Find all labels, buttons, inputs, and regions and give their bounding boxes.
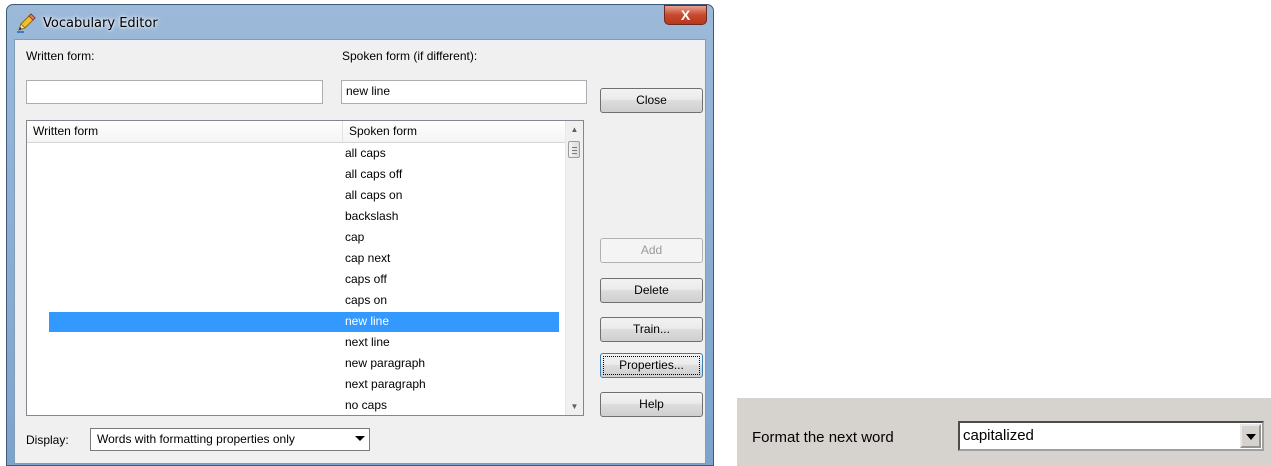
dialog-client-area: Written form: Spoken form (if different)…: [14, 39, 706, 464]
vocabulary-editor-window: Vocabulary Editor X Written form: Spoken…: [6, 4, 714, 466]
list-rows: all caps all caps off all caps on backslash…: [27, 143, 565, 415]
window-title: Vocabulary Editor: [43, 16, 158, 31]
table-row[interactable]: new line: [27, 311, 565, 332]
table-row[interactable]: next paragraph: [27, 374, 565, 395]
spoken-form-cell: new paragraph: [345, 356, 426, 370]
close-button[interactable]: Close: [600, 88, 703, 113]
spoken-form-cell: all caps off: [345, 167, 403, 181]
spoken-form-cell: all caps: [345, 146, 386, 160]
display-label: Display:: [26, 433, 69, 447]
spoken-form-cell: next paragraph: [345, 377, 426, 391]
vocabulary-list[interactable]: Written form Spoken form all caps all cap…: [26, 120, 584, 416]
table-row[interactable]: all caps: [27, 143, 565, 164]
spoken-form-cell: caps off: [345, 272, 387, 286]
written-form-input[interactable]: [26, 80, 323, 104]
chevron-down-icon: [1246, 434, 1256, 440]
list-scrollbar[interactable]: ▲ ▼: [565, 121, 583, 415]
table-row[interactable]: cap: [27, 227, 565, 248]
spoken-form-input[interactable]: new line: [341, 80, 587, 104]
spoken-form-cell: cap next: [345, 251, 391, 265]
format-select[interactable]: capitalized: [958, 421, 1264, 451]
table-row[interactable]: caps on: [27, 290, 565, 311]
spoken-form-cell: no caps: [345, 398, 388, 412]
spoken-form-cell: all caps on: [345, 188, 403, 202]
table-row[interactable]: backslash: [27, 206, 565, 227]
column-header-spoken-form[interactable]: Spoken form: [343, 121, 565, 142]
spoken-form-cell: backslash: [345, 209, 399, 223]
spoken-form-label: Spoken form (if different):: [342, 49, 478, 63]
scroll-up-arrow-icon[interactable]: ▲: [566, 121, 583, 138]
scrollbar-thumb[interactable]: [568, 141, 580, 158]
format-select-value: capitalized: [963, 427, 1034, 444]
format-next-word-panel: Format the next word capitalized: [737, 398, 1271, 466]
table-row[interactable]: next line: [27, 332, 565, 353]
selection-highlight: [49, 312, 559, 332]
display-combo-value: Words with formatting properties only: [97, 432, 295, 446]
format-dropdown-button[interactable]: [1240, 424, 1261, 448]
train-button[interactable]: Train...: [600, 317, 703, 342]
help-button[interactable]: Help: [600, 392, 703, 417]
column-header-written-form[interactable]: Written form: [27, 121, 343, 142]
add-button[interactable]: Add: [600, 238, 703, 263]
window-close-button[interactable]: X: [664, 5, 707, 25]
spoken-form-cell: new line: [345, 314, 390, 328]
table-row[interactable]: all caps on: [27, 185, 565, 206]
scroll-down-arrow-icon[interactable]: ▼: [566, 398, 583, 415]
table-row[interactable]: caps off: [27, 269, 565, 290]
format-next-word-label: Format the next word: [752, 429, 894, 446]
spoken-form-cell: caps on: [345, 293, 388, 307]
table-row[interactable]: no caps: [27, 395, 565, 415]
written-form-label: Written form:: [26, 49, 95, 63]
delete-button[interactable]: Delete: [600, 278, 703, 303]
table-row[interactable]: all caps off: [27, 164, 565, 185]
display-combo[interactable]: Words with formatting properties only: [90, 428, 370, 451]
properties-button[interactable]: Properties...: [600, 353, 703, 378]
spoken-form-cell: next line: [345, 335, 390, 349]
list-header: Written form Spoken form: [27, 121, 565, 143]
table-row[interactable]: cap next: [27, 248, 565, 269]
title-bar[interactable]: Vocabulary Editor X: [7, 5, 713, 39]
spoken-form-cell: cap: [345, 230, 365, 244]
table-row[interactable]: new paragraph: [27, 353, 565, 374]
close-icon: X: [680, 7, 691, 23]
pencil-icon: [17, 13, 36, 33]
chevron-down-icon: [355, 436, 365, 441]
